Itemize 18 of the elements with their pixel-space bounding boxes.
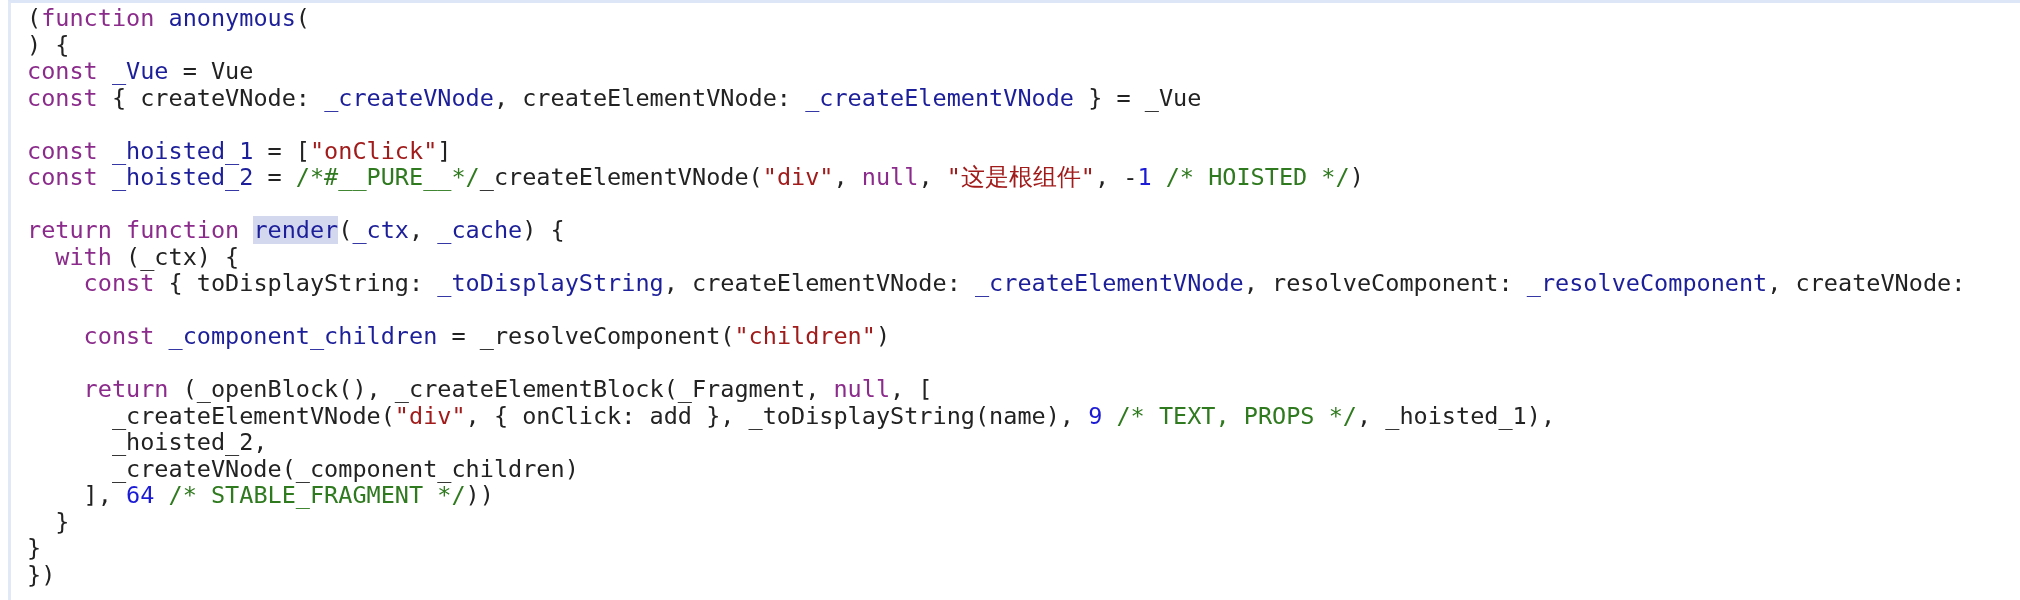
code-line: const _hoisted_1 = ["onClick"] <box>27 137 452 164</box>
code-line: ], 64 /* STABLE_FRAGMENT */)) <box>82 482 494 509</box>
code-line: const _Vue = Vue <box>27 58 254 85</box>
code-line: return function render(_ctx, _cache) { <box>27 217 565 244</box>
code-line: _createElementVNode("div", { onClick: add }, _toDisplayString(name), 9 /* TEXT, PROPS */, _hoisted_1), <box>110 402 1556 429</box>
code-line: ) { <box>27 31 70 58</box>
code-line: const _component_children = _resolveComponent("children") <box>82 323 891 350</box>
code-line: with (_ctx) { <box>54 243 240 270</box>
code-line: const { toDisplayString: _toDisplayString, createElementVNode: _createElementVNode, resolveComponent: _resolveComponent, createVNode: <box>82 270 1966 297</box>
code-line: } <box>54 508 70 535</box>
code-line: _hoisted_2, <box>110 429 268 456</box>
code-line: _createVNode(_component_children) <box>110 455 579 482</box>
code-line: }) <box>27 561 56 588</box>
code-line: const { createVNode: _createVNode, createElementVNode: _createElementVNode } = _Vue <box>27 84 1202 111</box>
code-line: } <box>27 535 42 562</box>
code-line: (function anonymous( <box>27 5 310 32</box>
code-line: const _hoisted_2 = /*#__PURE__*/_createElementVNode("div", null, "这是根组件", -1 /* HOISTED */) <box>27 164 1364 191</box>
code-line: return (_openBlock(), _createElementBlock(_Fragment, null, [ <box>82 376 933 403</box>
